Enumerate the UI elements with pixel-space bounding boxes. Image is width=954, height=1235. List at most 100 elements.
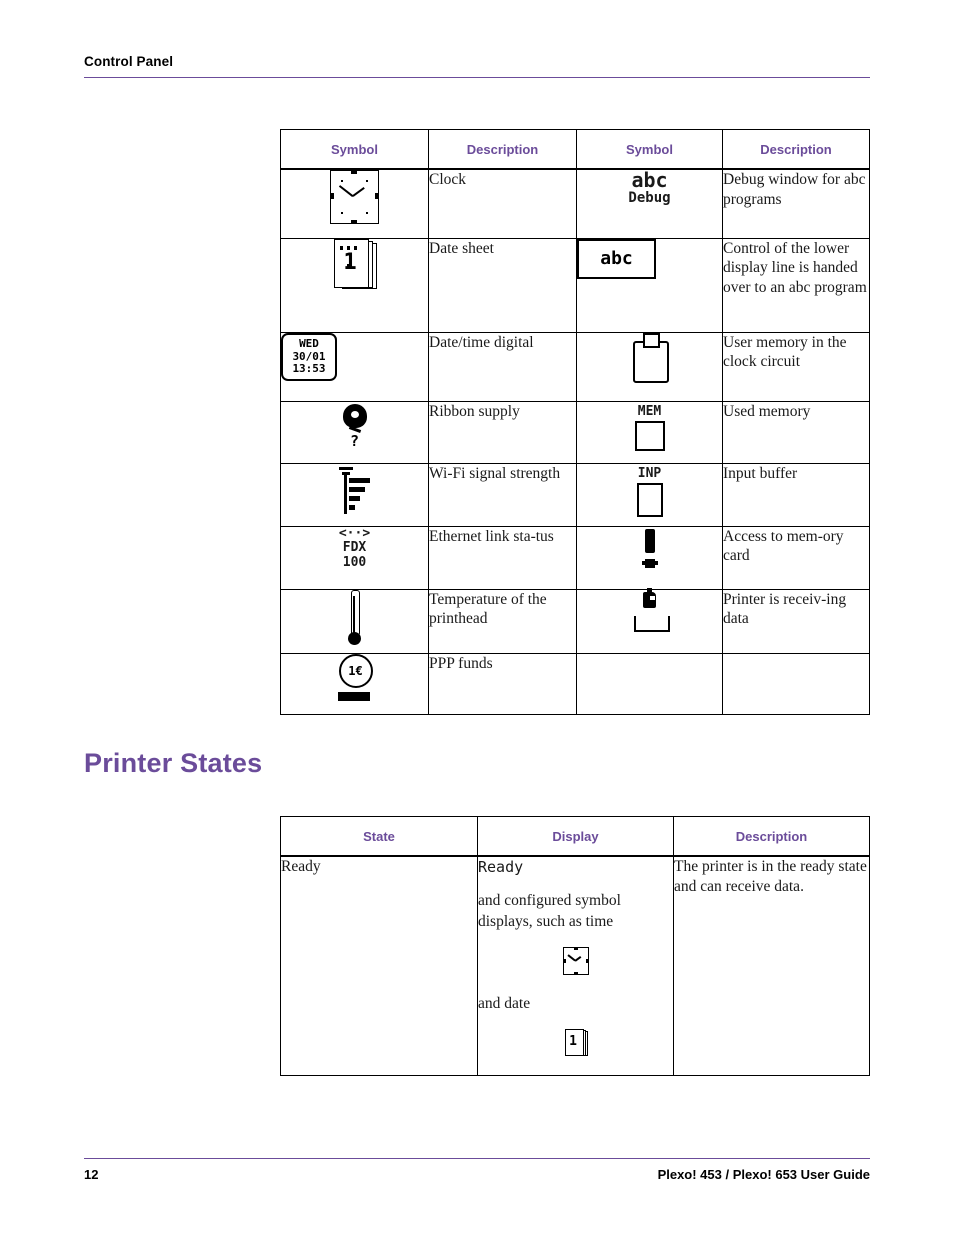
abc-debug-icon: abc Debug <box>628 170 670 206</box>
footer-guide-title: Plexo! 453 / Plexo! 653 User Guide <box>657 1167 870 1182</box>
wifi-signal-icon <box>335 464 375 516</box>
description-user-memory: User memory in the clock circuit <box>722 331 870 402</box>
header-divider <box>84 77 870 78</box>
digital-datetime-icon: WED 30/01 13:53 <box>281 332 337 381</box>
running-header: Control Panel <box>84 54 870 78</box>
ribbon-supply-icon: ? <box>335 402 375 454</box>
display-clock-icon-wrap <box>478 947 673 982</box>
abc-debug-big-text: abc <box>631 168 668 192</box>
symbol-cell-empty <box>576 652 723 715</box>
ppp-funds-coin-label: 1€ <box>338 653 373 688</box>
table-row: Clock abc Debug Debug window for abc pro… <box>280 168 870 239</box>
symbol-cell-clock <box>280 168 429 239</box>
display-text-date: and date <box>478 995 531 1013</box>
date-sheet-number: 1 <box>343 249 357 275</box>
digital-weekday: WED <box>299 337 319 351</box>
abc-box-icon: abc <box>577 238 656 279</box>
used-memory-icon: MEM <box>628 403 672 451</box>
table-row: Temperature of the printhead Printer is … <box>280 587 870 654</box>
clock-icon <box>330 170 379 224</box>
description-receiving-data: Printer is receiv-ing data <box>722 588 870 654</box>
symbol-cell-digital-datetime: WED 30/01 13:53 <box>280 331 429 402</box>
column-header-state: State <box>280 816 478 857</box>
states-table-header-row: State Display Description <box>280 816 870 857</box>
symbol-table: Symbol Description Symbol Description Cl… <box>280 129 870 715</box>
footer-page-number: 12 <box>84 1167 99 1182</box>
page-title: Printer States <box>84 748 263 778</box>
date-sheet-icon: 1 <box>564 1028 588 1056</box>
printer-states-table: State Display Description Ready Ready an… <box>280 816 870 1076</box>
column-header-symbol-2: Symbol <box>576 129 723 170</box>
date-sheet-icon: 1 <box>332 238 378 291</box>
table-row: 1€ PPP funds <box>280 652 870 715</box>
table-row: Wi-Fi signal strength INP Input buffer <box>280 462 870 527</box>
description-wifi-signal: Wi-Fi signal strength <box>428 462 577 527</box>
table-row: Ready Ready and configured symbol displa… <box>280 855 870 1076</box>
display-mono-ready: Ready <box>478 858 524 876</box>
receiving-data-icon <box>628 587 672 636</box>
memory-card-access-icon <box>638 527 662 573</box>
symbol-cell-clipboard <box>576 331 723 402</box>
state-display-cell: Ready and configured symbol displays, su… <box>477 855 674 1076</box>
symbol-table-header-row: Symbol Description Symbol Description <box>280 129 870 170</box>
document-page: Control Panel Symbol Description Symbol … <box>0 0 954 1235</box>
description-input-buffer: Input buffer <box>722 462 870 527</box>
symbol-cell-abc-box: abc <box>576 237 723 333</box>
ethernet-link-icon: <··> FDX 100 <box>332 525 378 579</box>
clipboard-icon <box>631 332 669 383</box>
table-row: WED 30/01 13:53 Date/time digital User m… <box>280 331 870 402</box>
state-description-ready: The printer is in the ready state and ca… <box>673 855 870 1076</box>
symbol-cell-ethernet: <··> FDX 100 <box>280 525 429 590</box>
description-ribbon-supply: Ribbon supply <box>428 400 577 464</box>
column-header-description-2: Description <box>722 129 870 170</box>
table-row: <··> FDX 100 Ethernet link sta-tus Acces… <box>280 525 870 590</box>
ethernet-fdx-label: FDX <box>342 539 367 555</box>
abc-debug-sub-text: Debug <box>628 190 671 206</box>
table-row: 1 Date sheet abc Control of the lower di… <box>280 237 870 333</box>
description-used-memory: Used memory <box>722 400 870 464</box>
thermometer-icon <box>342 589 368 648</box>
description-empty <box>722 652 870 715</box>
used-memory-label: MEM <box>637 403 662 419</box>
symbol-cell-ribbon-supply: ? <box>280 400 429 464</box>
page-footer: 12 Plexo! 453 / Plexo! 653 User Guide <box>84 1158 870 1182</box>
ppp-funds-icon: 1€ <box>331 653 379 708</box>
description-ppp-funds: PPP funds <box>428 652 577 715</box>
symbol-cell-memory-card <box>576 525 723 590</box>
footer-divider <box>84 1158 870 1159</box>
description-abc-control: Control of the lower display line is han… <box>722 237 870 333</box>
ethernet-arrows-glyph: <··> <box>338 525 371 541</box>
input-buffer-label: INP <box>637 465 662 481</box>
symbol-cell-wifi <box>280 462 429 527</box>
description-date-sheet: Date sheet <box>428 237 577 333</box>
ethernet-speed-label: 100 <box>342 554 367 570</box>
display-text-time: and configured symbol displays, such as … <box>478 892 621 931</box>
description-printhead-temperature: Temperature of the printhead <box>428 588 577 654</box>
clock-icon <box>562 947 589 976</box>
column-header-display: Display <box>477 816 674 857</box>
date-sheet-number: 1 <box>569 1033 577 1049</box>
symbol-cell-ppp-funds: 1€ <box>280 652 429 715</box>
symbol-cell-receiving-data <box>576 587 723 654</box>
description-ethernet-link: Ethernet link sta-tus <box>428 525 577 590</box>
digital-date: 30/01 <box>292 349 326 363</box>
description-memory-card-access: Access to mem-ory card <box>722 525 870 590</box>
symbol-cell-used-memory: MEM <box>576 400 723 464</box>
symbol-cell-date-sheet: 1 <box>280 237 429 333</box>
running-header-title: Control Panel <box>84 54 174 69</box>
state-name-ready: Ready <box>280 855 478 1076</box>
column-header-description-1: Description <box>428 129 577 170</box>
description-datetime-digital: Date/time digital <box>428 331 577 402</box>
symbol-cell-abc-debug: abc Debug <box>576 168 723 239</box>
ribbon-supply-question: ? <box>349 431 360 450</box>
symbol-cell-thermometer <box>280 588 429 654</box>
input-buffer-icon: INP <box>628 465 672 517</box>
description-debug-window: Debug window for abc programs <box>722 168 870 239</box>
symbol-cell-input-buffer: INP <box>576 462 723 527</box>
digital-time: 13:53 <box>292 362 326 376</box>
column-header-description: Description <box>673 816 870 857</box>
table-row: ? Ribbon supply MEM Used memory <box>280 400 870 464</box>
description-clock: Clock <box>428 168 577 239</box>
display-date-icon-wrap: 1 <box>478 1028 673 1063</box>
column-header-symbol-1: Symbol <box>280 129 429 170</box>
